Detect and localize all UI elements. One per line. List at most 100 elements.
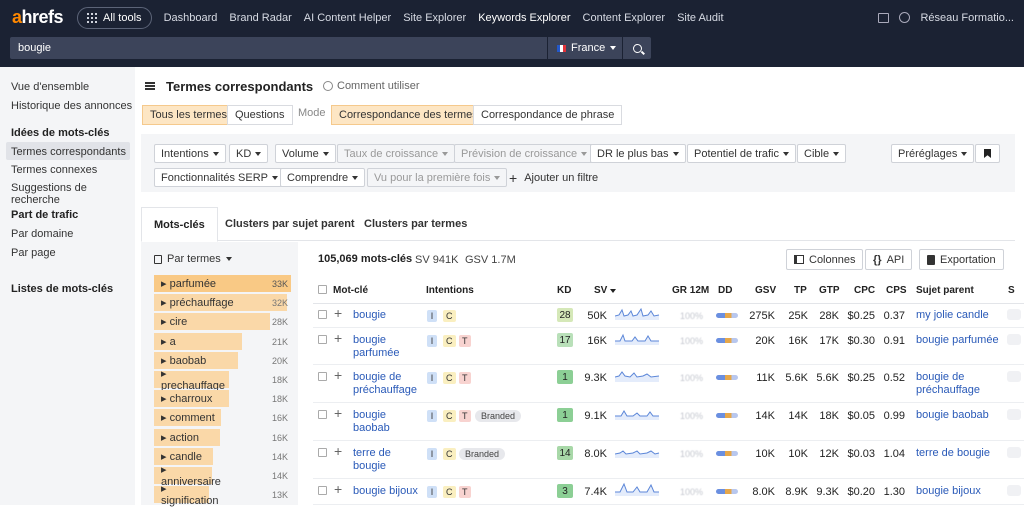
gauge-icon[interactable]	[899, 12, 911, 23]
sidebar-item-overview[interactable]: Vue d'ensemble	[11, 81, 89, 93]
cluster-item[interactable]: ▸ action	[154, 428, 220, 446]
col-kd[interactable]: KD	[557, 285, 571, 296]
nav-ai-content-helper[interactable]: AI Content Helper	[304, 12, 391, 24]
sidebar-item-matching-terms[interactable]: Termes correspondants	[11, 146, 126, 158]
add-to-list-icon[interactable]: +	[334, 405, 342, 421]
parent-topic-link[interactable]: terre de bougie	[916, 447, 1006, 460]
filter-serp-features[interactable]: Fonctionnalités SERP	[154, 168, 285, 187]
col-keyword[interactable]: Mot-clé	[333, 285, 368, 296]
parent-topic-link[interactable]: my jolie candle	[916, 309, 1006, 322]
country-select[interactable]: France	[548, 37, 622, 59]
all-tools-button[interactable]: All tools	[77, 6, 152, 29]
cluster-item[interactable]: ▸ cire	[154, 313, 270, 331]
total-gsv: GSV 1.7M	[465, 254, 516, 266]
search-button[interactable]	[623, 37, 651, 59]
filter-target[interactable]: Cible	[797, 144, 847, 163]
tab-term-clusters[interactable]: Clusters par termes	[352, 207, 479, 241]
parent-topic-link[interactable]: bougie bijoux	[916, 485, 1006, 498]
menu-icon[interactable]	[145, 82, 155, 90]
all-terms-toggle[interactable]: Tous les termes	[142, 105, 236, 125]
serp-toggle[interactable]	[1007, 371, 1021, 382]
row-checkbox[interactable]	[318, 335, 327, 344]
tab-parent-topic-clusters[interactable]: Clusters par sujet parent	[213, 207, 367, 241]
nav-content-explorer[interactable]: Content Explorer	[583, 12, 666, 24]
row-checkbox[interactable]	[318, 310, 327, 319]
nav-site-audit[interactable]: Site Audit	[677, 12, 723, 24]
nav-brand-radar[interactable]: Brand Radar	[229, 12, 291, 24]
row-checkbox[interactable]	[318, 372, 327, 381]
questions-toggle[interactable]: Questions	[227, 105, 293, 125]
add-to-list-icon[interactable]: +	[334, 367, 342, 383]
keyword-link[interactable]: bougie	[353, 309, 423, 322]
parent-topic-link[interactable]: bougie baobab	[916, 409, 1006, 422]
cluster-item[interactable]: ▸ prechauffage	[154, 368, 229, 392]
col-dd[interactable]: DD	[718, 285, 732, 296]
how-to-link[interactable]: Comment utiliser	[323, 80, 420, 92]
row-checkbox[interactable]	[318, 486, 327, 495]
filter-volume[interactable]: Volume	[275, 144, 336, 163]
filter-intents[interactable]: Intentions	[154, 144, 226, 163]
add-to-list-icon[interactable]: +	[334, 330, 342, 346]
sidebar-item-by-domain[interactable]: Par domaine	[11, 228, 73, 240]
api-button[interactable]: {} API	[865, 249, 913, 270]
bookmark-button[interactable]	[975, 144, 1000, 163]
col-gr12m[interactable]: GR 12M	[672, 285, 709, 296]
keyword-link[interactable]: bougie bijoux	[353, 485, 423, 498]
gsv-value: 11K	[756, 372, 775, 384]
by-terms-dropdown[interactable]: Par termes	[154, 253, 232, 265]
match-terms-toggle[interactable]: Correspondance des termes	[331, 105, 486, 125]
col-cpc[interactable]: CPC	[854, 285, 875, 296]
export-button[interactable]: Exportation	[919, 249, 1004, 270]
col-intents[interactable]: Intentions	[426, 285, 474, 296]
add-to-list-icon[interactable]: +	[334, 481, 342, 497]
cluster-item[interactable]: ▸ signification	[154, 483, 218, 507]
serp-toggle[interactable]	[1007, 447, 1021, 458]
serp-toggle[interactable]	[1007, 409, 1021, 420]
col-tp[interactable]: TP	[794, 285, 807, 296]
add-to-list-icon[interactable]: +	[334, 443, 342, 459]
col-sv[interactable]: SV	[594, 285, 617, 296]
row-checkbox[interactable]	[318, 410, 327, 419]
cluster-item[interactable]: ▸ a	[154, 332, 242, 350]
sidebar-item-by-page[interactable]: Par page	[11, 247, 56, 259]
sidebar-item-ads-history[interactable]: Historique des annonces	[11, 100, 132, 112]
col-parent-topic[interactable]: Sujet parent	[916, 285, 974, 296]
nav-site-explorer[interactable]: Site Explorer	[403, 12, 466, 24]
filter-traffic-potential[interactable]: Potentiel de trafic	[687, 144, 796, 163]
nav-keywords-explorer[interactable]: Keywords Explorer	[478, 12, 570, 24]
col-s[interactable]: S	[1008, 285, 1015, 296]
row-checkbox[interactable]	[318, 448, 327, 457]
ahrefs-logo[interactable]: ahrefs	[12, 7, 64, 28]
nav-dashboard[interactable]: Dashboard	[164, 12, 218, 24]
account-menu[interactable]: Réseau Formatio...	[920, 12, 1014, 24]
search-input[interactable]: bougie	[10, 37, 547, 59]
keyword-link[interactable]: bougie parfumée	[353, 334, 423, 360]
col-gtp[interactable]: GTP	[819, 285, 840, 296]
tab-keywords[interactable]: Mots-clés	[141, 207, 218, 242]
add-to-list-icon[interactable]: +	[334, 305, 342, 321]
cluster-item[interactable]: ▸ comment	[154, 409, 221, 427]
keyword-link[interactable]: bougie de préchauffage	[353, 371, 423, 397]
cluster-item[interactable]: ▸ charroux	[154, 390, 229, 408]
presets-button[interactable]: Préréglages	[891, 144, 975, 163]
match-phrase-toggle[interactable]: Correspondance de phrase	[473, 105, 623, 125]
sidebar-item-search-suggestions[interactable]: Suggestions de recherche	[11, 182, 135, 206]
parent-topic-link[interactable]: bougie de préchauffage	[916, 371, 1006, 397]
keyword-link[interactable]: terre de bougie	[353, 447, 423, 473]
parent-topic-link[interactable]: bougie parfumée	[916, 334, 1006, 347]
col-gsv[interactable]: GSV	[755, 285, 776, 296]
filter-lowest-dr[interactable]: DR le plus bas	[590, 144, 686, 163]
serp-toggle[interactable]	[1007, 334, 1021, 345]
filter-kd[interactable]: KD	[229, 144, 269, 163]
keyword-link[interactable]: bougie baobab	[353, 409, 423, 435]
window-icon[interactable]	[878, 12, 890, 23]
sidebar-heading-keyword-lists[interactable]: Listes de mots-clés	[11, 283, 113, 295]
select-all-checkbox[interactable]	[318, 285, 327, 294]
filter-include[interactable]: Comprendre	[280, 168, 366, 187]
add-filter-button[interactable]: + Ajouter un filtre	[503, 168, 604, 187]
sidebar-item-related-terms[interactable]: Termes connexes	[11, 164, 97, 176]
serp-toggle[interactable]	[1007, 309, 1021, 320]
columns-button[interactable]: Colonnes	[786, 249, 864, 270]
serp-toggle[interactable]	[1007, 485, 1021, 496]
col-cps[interactable]: CPS	[886, 285, 907, 296]
